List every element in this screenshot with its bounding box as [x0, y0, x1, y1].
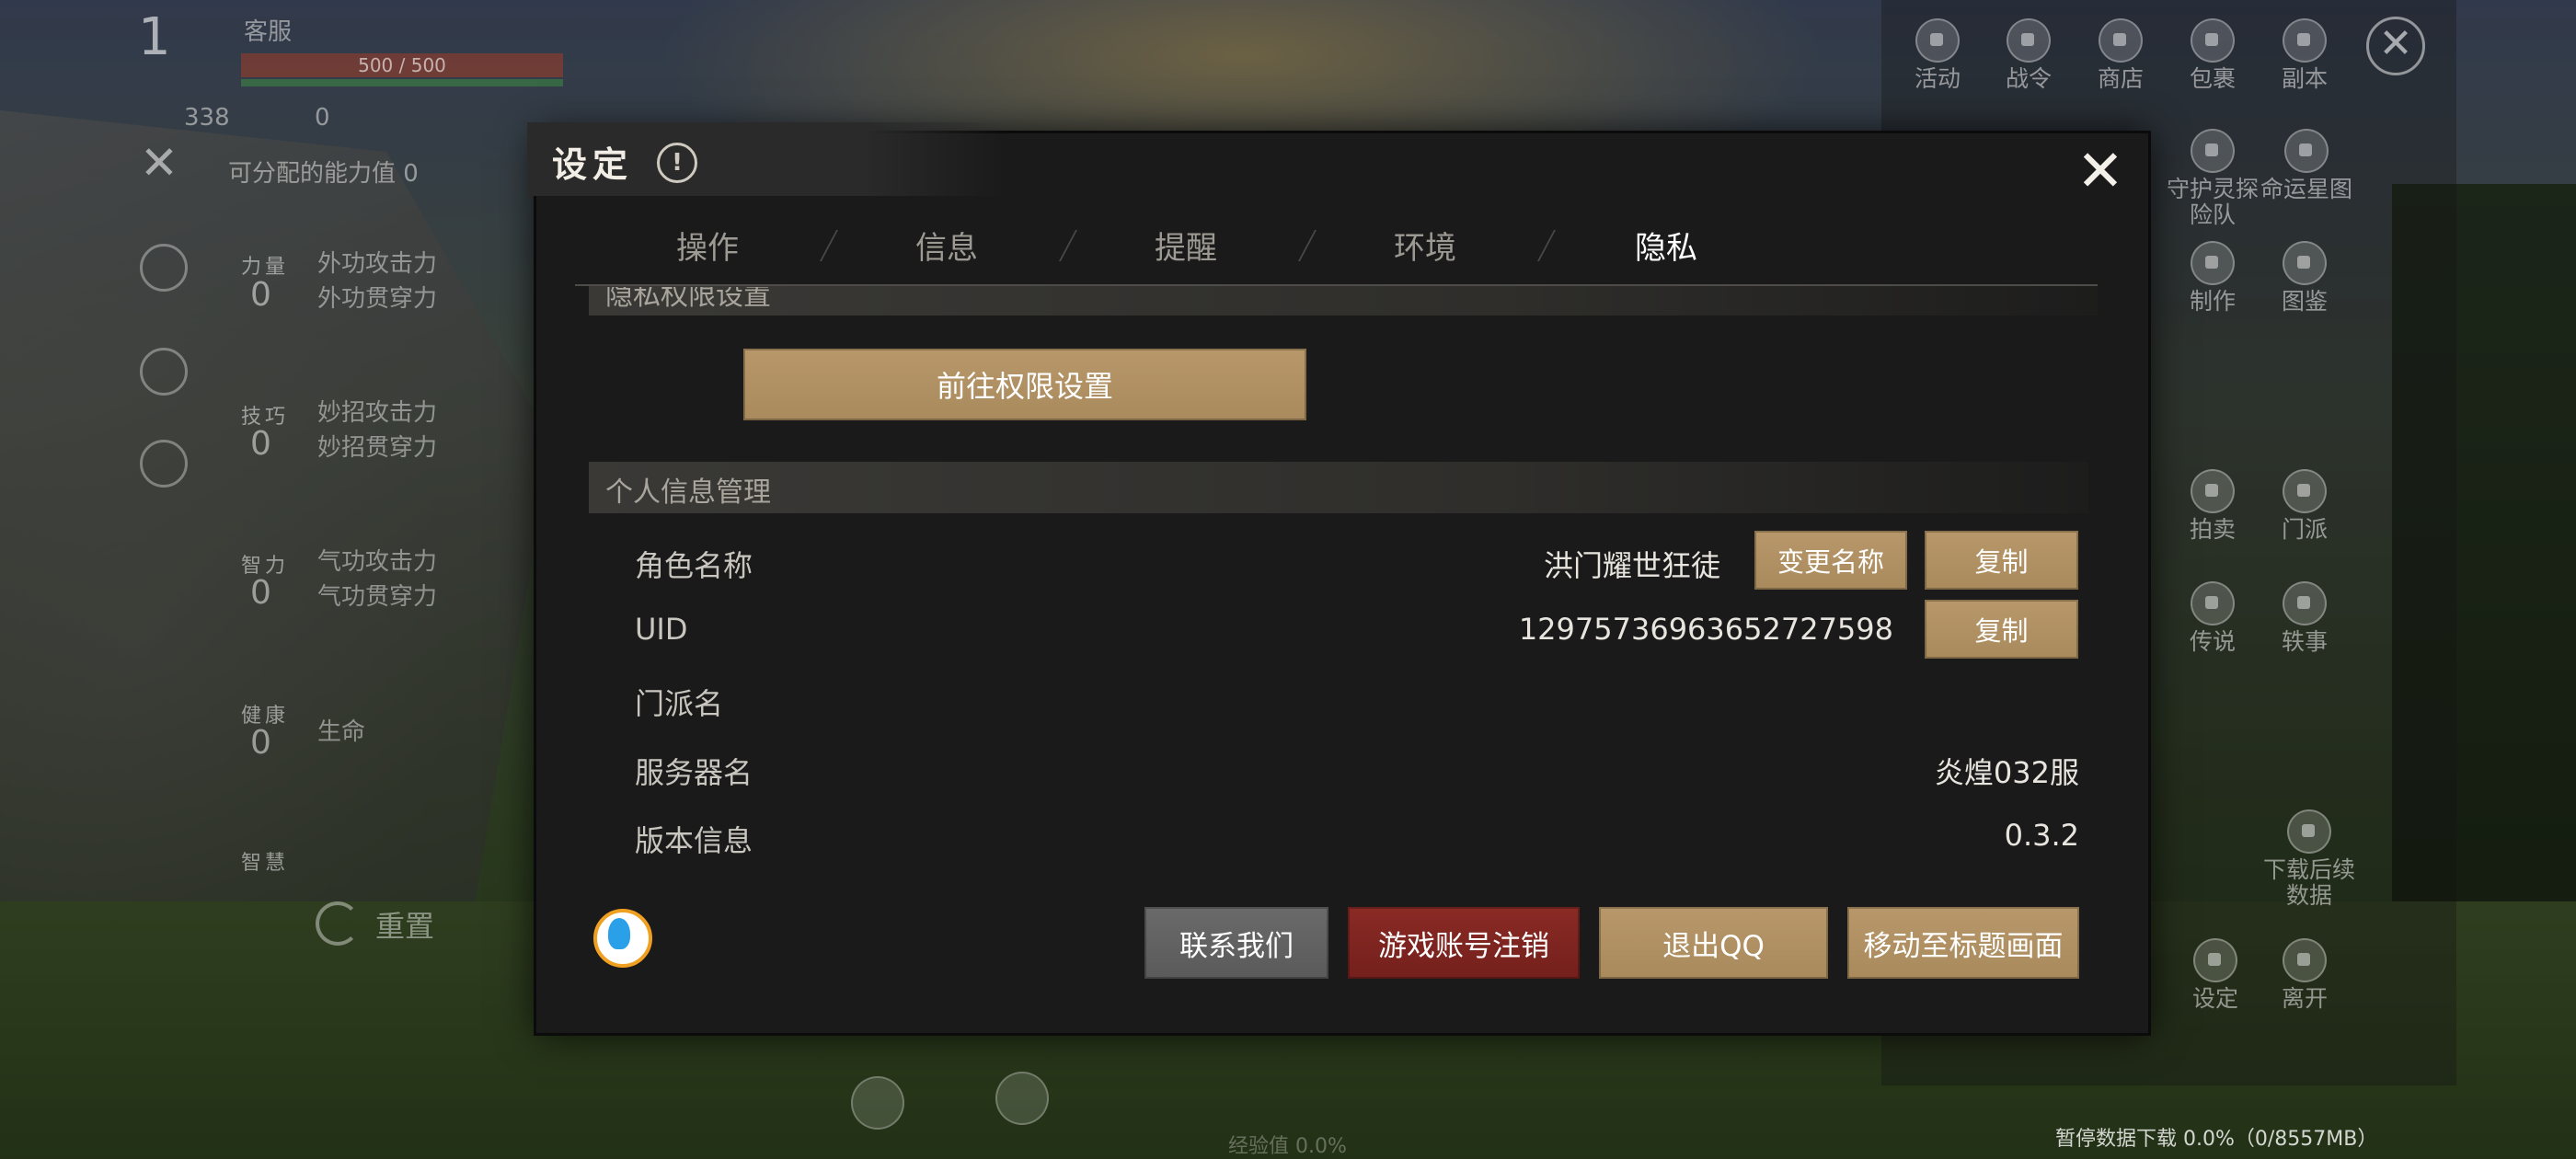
available-points-label: 可分配的能力值 0 — [228, 160, 419, 188]
character-stats-panel: 1 客服 500 / 500 338 0 ✕ 可分配的能力值 0 力量 0 外功… — [0, 0, 563, 1159]
strength-icon — [140, 244, 188, 292]
attr-label: 智慧 — [241, 852, 290, 875]
skill-icon — [140, 348, 188, 396]
chat-icon[interactable] — [995, 1072, 1049, 1125]
menu-sect[interactable]: 门派 — [2259, 469, 2351, 543]
lock-icon — [2191, 18, 2235, 63]
lock-icon — [2283, 469, 2327, 513]
menu-legend[interactable]: 传说 — [2167, 581, 2259, 655]
server-label: 客服 — [244, 18, 293, 46]
attr-desc: 生命 — [317, 718, 366, 746]
menu-dungeon[interactable]: 副本 — [2259, 18, 2351, 92]
menu-activity[interactable]: 活动 — [1892, 18, 1984, 92]
lock-icon — [1915, 18, 1960, 63]
camera-icon[interactable] — [851, 1076, 904, 1130]
info-icon[interactable]: ! — [657, 143, 697, 183]
tab-reminders[interactable]: 提醒 — [1155, 223, 1217, 268]
tab-controls[interactable]: 操作 — [676, 223, 739, 268]
lock-icon — [2191, 241, 2235, 285]
tab-info[interactable]: 信息 — [915, 223, 978, 268]
attr-desc: 妙招攻击力 妙招贯穿力 — [317, 399, 438, 462]
menu-auction[interactable]: 拍卖 — [2167, 469, 2259, 543]
version-label: 版本信息 — [635, 823, 753, 858]
stat-b: 0 — [315, 104, 330, 132]
dialog-title: 设定 — [552, 143, 634, 185]
sect-label: 门派名 — [635, 686, 724, 721]
server-name-value: 炎煌032服 — [1934, 755, 2079, 790]
copy-uid-button[interactable]: 复制 — [1925, 600, 2078, 659]
intellect-icon — [140, 440, 188, 488]
server-name-label: 服务器名 — [635, 755, 753, 790]
exit-icon — [2283, 938, 2327, 982]
attr-value: 0 — [250, 574, 271, 612]
lock-icon — [2007, 18, 2051, 63]
uid-label: UID — [635, 612, 688, 647]
version-value: 0.3.2 — [2004, 818, 2079, 853]
goto-permission-settings-button[interactable]: 前往权限设置 — [743, 349, 1306, 420]
menu-shop[interactable]: 商店 — [2075, 18, 2167, 92]
title-screen-button[interactable]: 移动至标题画面 — [1847, 907, 2079, 979]
lock-icon — [2283, 18, 2327, 63]
lock-icon — [2284, 129, 2329, 173]
menu-settings[interactable]: 设定 — [2169, 938, 2261, 1012]
lock-icon — [2283, 241, 2327, 285]
role-name-label: 角色名称 — [635, 548, 753, 583]
stat-a: 338 — [184, 104, 230, 132]
lock-icon — [2191, 469, 2235, 513]
menu-leave[interactable]: 离开 — [2259, 938, 2351, 1012]
copy-role-name-button[interactable]: 复制 — [1925, 531, 2078, 590]
contact-us-button[interactable]: 联系我们 — [1144, 907, 1328, 979]
logout-qq-button[interactable]: 退出QQ — [1599, 907, 1828, 979]
lock-icon — [2191, 581, 2235, 625]
menu-fate-star-map[interactable]: 命运星图 — [2256, 129, 2357, 202]
close-stats-icon[interactable]: ✕ — [140, 136, 178, 189]
attr-value: 0 — [250, 724, 271, 762]
menu-bag[interactable]: 包裹 — [2167, 18, 2259, 92]
attr-desc: 外功攻击力 外功贯穿力 — [317, 250, 438, 313]
menu-download-data[interactable]: 下载后续数据 — [2259, 809, 2360, 909]
menu-battlepass[interactable]: 战令 — [1983, 18, 2075, 92]
attr-value: 0 — [250, 425, 271, 463]
tab-environment[interactable]: 环境 — [1394, 223, 1456, 268]
rename-button[interactable]: 变更名称 — [1754, 531, 1907, 590]
lock-icon — [2283, 581, 2327, 625]
personal-section-title: 个人信息管理 — [605, 476, 771, 509]
reset-icon — [316, 901, 360, 946]
lock-icon — [2099, 18, 2143, 63]
gear-icon — [2193, 938, 2237, 982]
hp-bar: 500 / 500 — [241, 53, 563, 77]
qq-icon — [593, 909, 652, 968]
mp-bar — [241, 79, 563, 86]
attr-desc: 气功攻击力 气功贯穿力 — [317, 548, 438, 611]
lock-icon — [2191, 129, 2235, 173]
menu-collection[interactable]: 图鉴 — [2259, 241, 2351, 315]
download-status: 暂停数据下载 0.0%（0/8557MB） — [2055, 1128, 2378, 1151]
download-icon — [2287, 809, 2331, 854]
menu-guardian-expedition[interactable]: 守护灵探险队 — [2167, 129, 2259, 228]
experience-text: 经验值 0.0% — [1228, 1135, 1347, 1158]
attr-value: 0 — [250, 276, 271, 314]
close-menu-icon[interactable]: ✕ — [2366, 17, 2425, 75]
personal-section-header — [589, 462, 2088, 513]
cancel-account-button[interactable]: 游戏账号注销 — [1348, 907, 1580, 979]
menu-crafting[interactable]: 制作 — [2167, 241, 2259, 315]
character-level: 1 — [138, 7, 171, 67]
uid-value: 12975736963652727598 — [1518, 612, 1893, 647]
role-name-value: 洪门耀世狂徒 — [1543, 548, 1720, 583]
tab-privacy[interactable]: 隐私 — [1635, 223, 1697, 268]
close-dialog-icon[interactable]: ✕ — [2075, 143, 2126, 200]
menu-anecdote[interactable]: 轶事 — [2259, 581, 2351, 655]
privacy-section-header — [589, 286, 2098, 316]
reset-button[interactable]: 重置 — [375, 903, 434, 946]
